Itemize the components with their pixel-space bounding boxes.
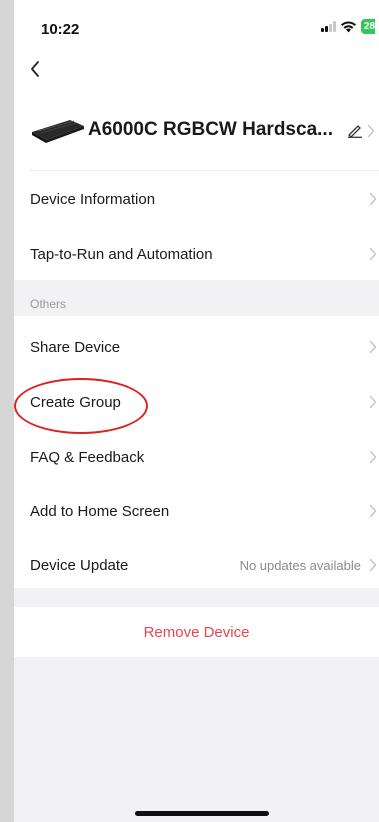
chevron-right-icon <box>369 395 377 409</box>
chevron-right-icon <box>369 247 377 261</box>
chevron-right-icon <box>369 450 377 464</box>
wifi-icon <box>341 21 356 33</box>
section-gap <box>14 590 379 606</box>
cellular-signal-icon <box>321 21 336 32</box>
add-to-home-screen-label: Add to Home Screen <box>30 502 170 520</box>
device-thumbnail <box>32 120 84 143</box>
chevron-right-icon <box>367 124 375 138</box>
battery-indicator: 284 <box>361 19 375 34</box>
pencil-icon[interactable] <box>346 124 364 138</box>
tap-to-run-label: Tap-to-Run and Automation <box>30 245 213 263</box>
device-information-item[interactable]: Device Information <box>14 172 379 226</box>
device-update-status: No updates available <box>239 557 361 573</box>
share-device-label: Share Device <box>30 338 121 356</box>
faq-feedback-label: FAQ & Feedback <box>30 448 145 466</box>
chevron-right-icon <box>369 504 377 518</box>
remove-device-button[interactable]: Remove Device <box>14 607 379 657</box>
chevron-right-icon <box>369 192 377 206</box>
status-time: 10:22 <box>41 21 80 38</box>
device-update-item[interactable]: Device Update No updates available <box>14 538 379 592</box>
status-icons: 284 <box>321 19 375 34</box>
chevron-right-icon <box>369 558 377 572</box>
header-divider <box>30 170 379 171</box>
chevron-right-icon <box>369 340 377 354</box>
home-indicator[interactable] <box>135 811 269 816</box>
share-device-item[interactable]: Share Device <box>14 320 379 374</box>
remove-device-label: Remove Device <box>143 624 250 641</box>
device-header[interactable]: A6000C RGBCW Hardsca... <box>14 100 379 172</box>
annotation-circle <box>14 378 148 434</box>
phone-screen: 10:22 284 A6000C RGBCW Hardsca... <box>14 0 379 822</box>
add-to-home-screen-item[interactable]: Add to Home Screen <box>14 484 379 538</box>
back-button[interactable] <box>24 58 46 80</box>
section-header-others: Others <box>30 297 67 311</box>
device-information-label: Device Information <box>30 190 156 208</box>
faq-feedback-item[interactable]: FAQ & Feedback <box>14 430 379 484</box>
device-name: A6000C RGBCW Hardsca... <box>88 119 333 140</box>
tap-to-run-item[interactable]: Tap-to-Run and Automation <box>14 227 379 281</box>
device-update-label: Device Update <box>30 556 129 574</box>
section-header-background <box>14 280 379 316</box>
chevron-left-icon <box>31 61 39 77</box>
